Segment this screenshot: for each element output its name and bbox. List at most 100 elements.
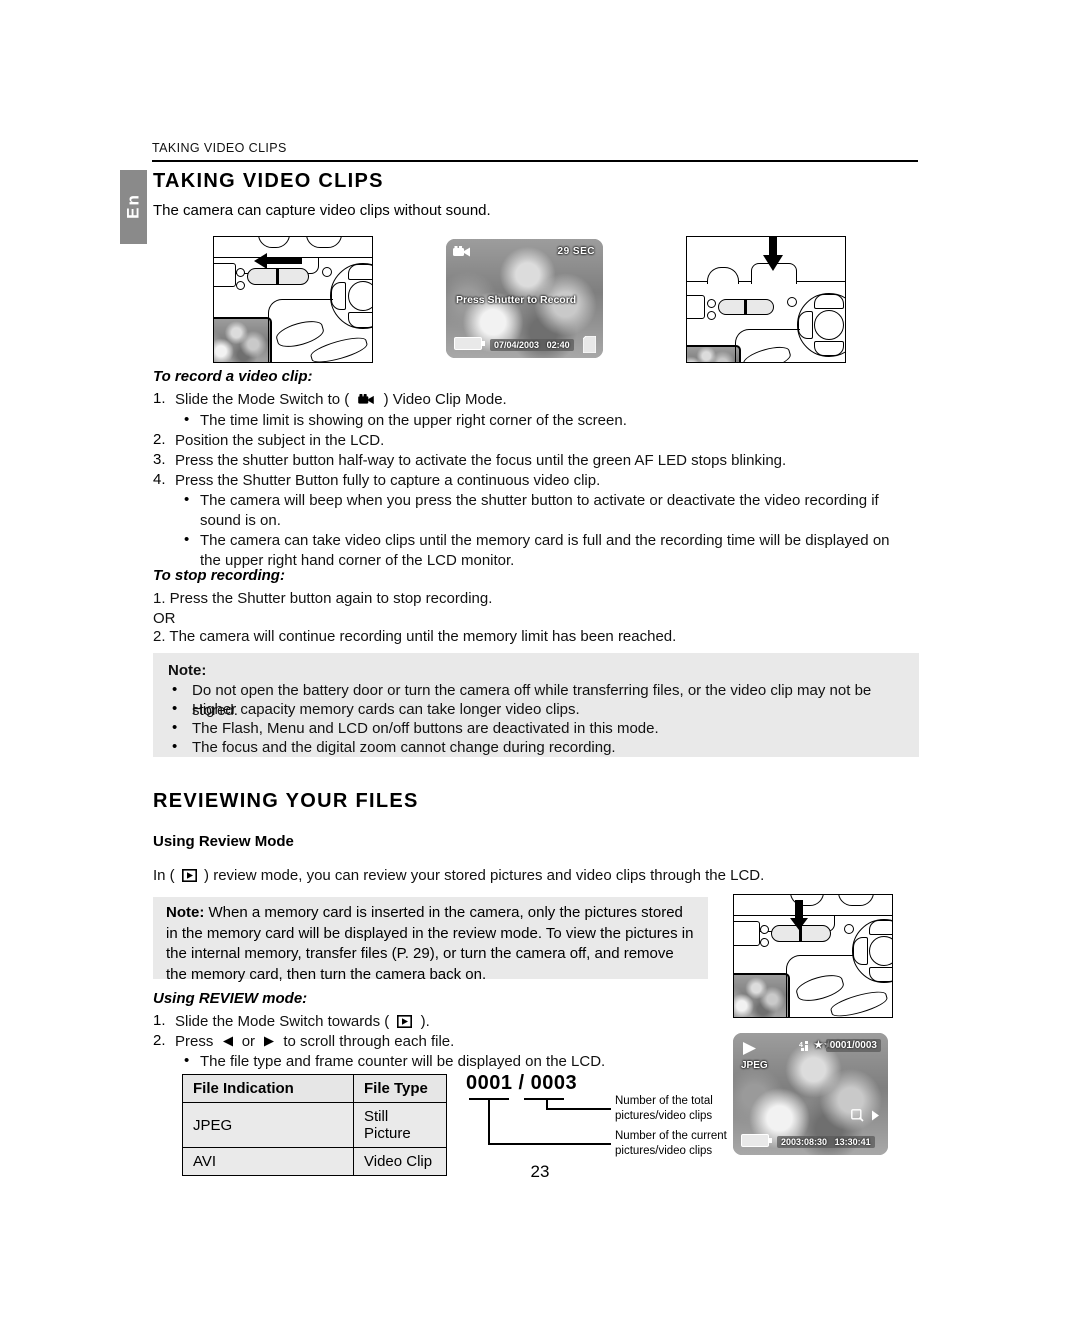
camera-back-edge-2 bbox=[735, 329, 800, 362]
section1-intro: The camera can capture video clips witho… bbox=[153, 202, 491, 219]
table-cell-jpeg: JPEG bbox=[182, 1102, 354, 1148]
note-video-bullet-3-marker: • bbox=[172, 738, 178, 755]
camera-led-top-2 bbox=[707, 299, 716, 308]
arrow-right-triangle-icon bbox=[872, 1110, 879, 1121]
dpad-left-2 bbox=[798, 311, 813, 339]
note-video-bullet-2: The Flash, Menu and LCD on/off buttons a… bbox=[192, 720, 659, 737]
record-time: 02:40 bbox=[546, 340, 570, 350]
callout-current: Number of the current pictures/video cli… bbox=[615, 1129, 745, 1159]
camera-af-led-2 bbox=[787, 297, 797, 307]
lcd-thumbnail-photo-3 bbox=[734, 975, 788, 1017]
camera-viewfinder-2 bbox=[687, 295, 705, 319]
leader-total-horizontal bbox=[546, 1108, 611, 1110]
record-step-1-text-b: ) Video Clip Mode. bbox=[383, 391, 507, 408]
manual-page: TAKING VIDEO CLIPS En TAKING VIDEO CLIPS… bbox=[0, 0, 1080, 1335]
table-row: JPEG Still Picture bbox=[182, 1102, 447, 1148]
dpad-down-2 bbox=[814, 341, 844, 356]
review-step-2-b: to scroll through each file. bbox=[283, 1033, 455, 1050]
camera-mode-switch bbox=[247, 268, 309, 285]
note-video-title: Note: bbox=[168, 662, 207, 679]
record-date: 07/04/2003 bbox=[494, 340, 540, 350]
callout-total-line1: Number of the total bbox=[615, 1095, 713, 1107]
battery-icon bbox=[454, 337, 485, 350]
video-camera-icon bbox=[358, 393, 375, 405]
magnifier-icon bbox=[851, 1109, 864, 1122]
review-step-1-number: 1. bbox=[153, 1012, 166, 1029]
table-header-file-type: File Type bbox=[353, 1074, 447, 1103]
record-datetime: 07/04/2003 02:40 bbox=[490, 339, 574, 351]
table-header-row: File Indication File Type bbox=[182, 1074, 447, 1103]
record-step-2-text: Position the subject in the LCD. bbox=[175, 432, 385, 449]
note-video-bullet-2-marker: • bbox=[172, 719, 178, 736]
camera-mode-switch-2 bbox=[718, 299, 774, 315]
camera-lcd-window bbox=[214, 317, 272, 362]
review-frame-counter: 0001/0003 bbox=[825, 1039, 881, 1052]
note-review-label: Note: bbox=[166, 904, 205, 921]
page-title: TAKING VIDEO CLIPS bbox=[153, 170, 384, 192]
camera-lcd-window-3 bbox=[734, 973, 790, 1017]
record-time-limit: 29 SEC bbox=[557, 246, 595, 257]
callout-total: Number of the total pictures/video clips bbox=[615, 1094, 735, 1124]
dpad-up-3 bbox=[869, 920, 892, 935]
stop-heading: To stop recording: bbox=[153, 567, 285, 584]
record-step-3-text: Press the shutter button half-way to act… bbox=[175, 452, 787, 469]
note-video-bullet-1-marker: • bbox=[172, 700, 178, 717]
record-bullet-after-1: The time limit is showing on the upper r… bbox=[200, 412, 627, 429]
leader-current-horizontal bbox=[488, 1143, 611, 1145]
review-step-2-a: Press bbox=[175, 1033, 214, 1050]
review-file-type: JPEG bbox=[741, 1060, 768, 1071]
play-review-icon bbox=[397, 1015, 413, 1028]
note-video-bullet-3: The focus and the digital zoom cannot ch… bbox=[192, 739, 616, 756]
camera-led-bottom bbox=[236, 281, 245, 290]
play-icon bbox=[743, 1042, 756, 1055]
review-time: 13:30:41 bbox=[834, 1137, 871, 1147]
memory-card-icon bbox=[583, 336, 596, 353]
callout-total-line2: pictures/video clips bbox=[615, 1110, 713, 1122]
table-header-file-indication: File Indication bbox=[182, 1074, 354, 1103]
section2-subhead: Using Review Mode bbox=[153, 833, 294, 850]
record-prompt-message: Press Shutter to Record bbox=[456, 294, 577, 306]
page-number: 23 bbox=[530, 1162, 550, 1181]
language-tab-label: En bbox=[123, 193, 143, 219]
camera-af-led bbox=[322, 267, 332, 277]
stop-line-or: OR bbox=[153, 610, 176, 627]
record-step-1-text-a: Slide the Mode Switch to ( bbox=[175, 391, 350, 408]
section2-title: REVIEWING YOUR FILES bbox=[153, 790, 419, 812]
note-video-bullet-1: Higher capacity memory cards can take lo… bbox=[192, 701, 580, 718]
camera-led-top bbox=[236, 268, 245, 277]
figure-camera-shutter-press bbox=[686, 236, 846, 363]
figure-lcd-review-screen: JPEG 4 ★★★ 0001/0003 2003:08:30 13:30:41 bbox=[733, 1033, 888, 1155]
record-step-1-number: 1. bbox=[153, 390, 166, 407]
record-step-4-text: Press the Shutter Button fully to captur… bbox=[175, 472, 601, 489]
camera-dpad-inner-3 bbox=[869, 936, 892, 966]
leader-current-vertical bbox=[488, 1098, 490, 1145]
record-step-3-number: 3. bbox=[153, 451, 166, 468]
section2-intro-a: In ( bbox=[153, 867, 175, 884]
dpad-up bbox=[348, 264, 372, 280]
camera-viewfinder bbox=[214, 263, 236, 287]
callout-current-line2: pictures/video clips bbox=[615, 1145, 713, 1157]
review-step-1-a: Slide the Mode Switch towards ( bbox=[175, 1013, 390, 1030]
record-step-4-number: 4. bbox=[153, 471, 166, 488]
camera-led-bottom-2 bbox=[707, 311, 716, 320]
record-bullet-4a-marker: • bbox=[184, 491, 190, 508]
review-step-2-number: 2. bbox=[153, 1032, 166, 1049]
camera-dial-c bbox=[707, 267, 739, 284]
camera-lcd-window-2 bbox=[687, 345, 741, 362]
note-review-text: Note: When a memory card is inserted in … bbox=[166, 903, 696, 985]
arrow-left-icon bbox=[254, 253, 302, 269]
record-bullet-4b: The camera can take video clips until th… bbox=[200, 532, 890, 569]
file-type-table: File Indication File Type JPEG Still Pic… bbox=[182, 1074, 447, 1176]
camera-viewfinder-3 bbox=[734, 921, 760, 946]
camera-led-bottom-3 bbox=[760, 938, 769, 947]
video-camera-icon bbox=[453, 246, 470, 257]
review-step-2-mid: or bbox=[241, 1033, 256, 1050]
arrow-left-triangle-icon bbox=[222, 1036, 233, 1047]
record-bullet-after-1-marker: • bbox=[184, 411, 190, 428]
arrow-right-triangle-icon bbox=[264, 1036, 275, 1047]
counter-value: 0001 / 0003 bbox=[466, 1072, 578, 1094]
language-tab-en: En bbox=[120, 170, 147, 244]
dpad-down-3 bbox=[869, 967, 892, 982]
section2-intro: In ( ) review mode, you can review your … bbox=[153, 866, 893, 886]
camera-back-edge-3 bbox=[786, 955, 853, 1017]
